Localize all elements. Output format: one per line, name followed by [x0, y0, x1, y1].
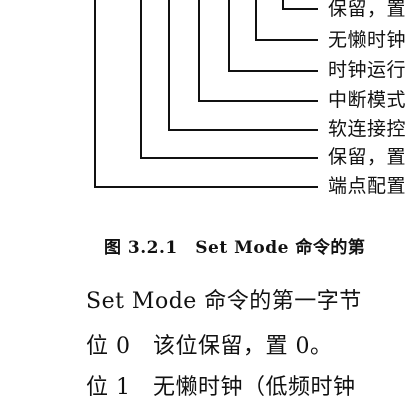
bit-label-4: 软连接控 [328, 118, 406, 140]
bit-label-3: 中断模式 [328, 89, 406, 111]
paragraph-line-3: 位 1 无懒时钟（低频时钟 [86, 375, 356, 400]
figure-caption: 图 3.2.1 Set Mode 命令的第 [104, 238, 366, 258]
bit-label-2: 时钟运行 [328, 59, 406, 81]
paragraph-line-1: Set Mode 命令的第一字节 [86, 289, 362, 314]
bit-label-5: 保留，置 [328, 146, 406, 168]
paragraph-line-2: 位 0 该位保留，置 0。 [86, 334, 333, 359]
bit-label-6: 端点配置 [328, 175, 406, 197]
connector-line-bit0 [282, 0, 318, 10]
bit-label-0: 保留，置 [328, 0, 406, 20]
connector-line-bit3 [198, 0, 318, 102]
connector-line-bit1 [255, 0, 318, 41]
connector-line-bit4 [168, 0, 318, 131]
connector-line-bit2 [228, 0, 318, 72]
bit-label-1: 无懒时钟 [328, 29, 406, 51]
